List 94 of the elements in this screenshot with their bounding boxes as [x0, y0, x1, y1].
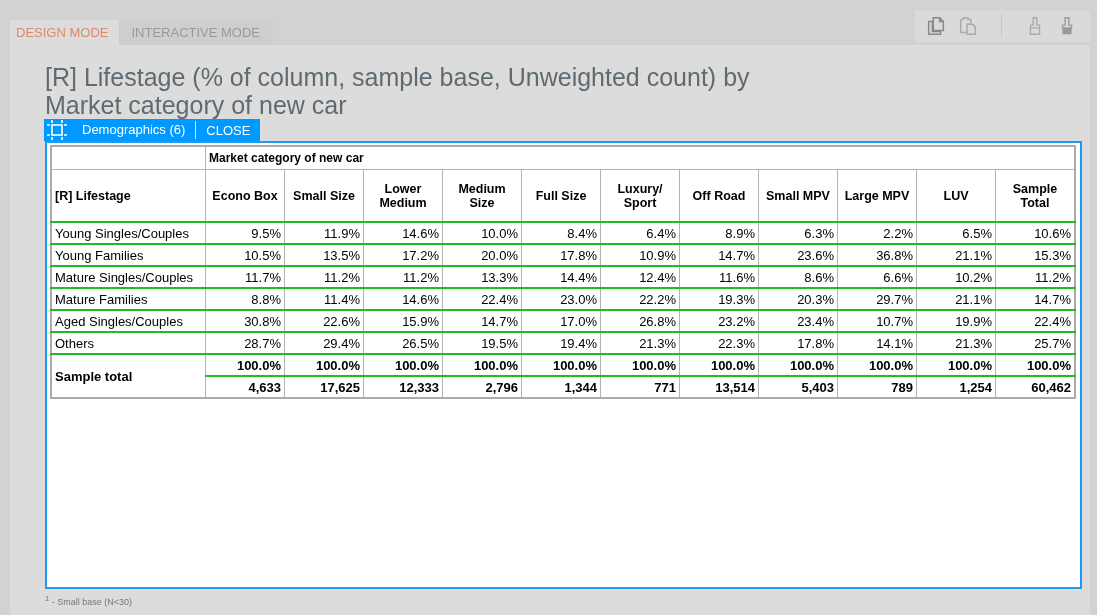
table-cell: 23.6%	[758, 244, 838, 266]
row-label: Young Families	[51, 244, 206, 266]
table-cell: 17.8%	[521, 244, 601, 266]
table-cell: 100.0%	[916, 354, 996, 376]
table-cell: 4,633	[205, 376, 285, 398]
table-cell: 14.6%	[363, 222, 443, 244]
table-cell: 8.6%	[758, 266, 838, 288]
table-cell: 10.7%	[837, 310, 917, 332]
table-cell: 13,514	[679, 376, 759, 398]
table-cell: 29.7%	[837, 288, 917, 310]
table-cell: 26.5%	[363, 332, 443, 354]
table-cell: 8.9%	[679, 222, 759, 244]
row-label: Sample total	[51, 354, 206, 398]
table-cell: 21.1%	[916, 244, 996, 266]
row-label: Young Singles/Couples	[51, 222, 206, 244]
table-cell: 23.2%	[679, 310, 759, 332]
footnote: $^{1}$ - Small base (N<30)	[45, 594, 133, 607]
table-cell: 23.4%	[758, 310, 838, 332]
row-label: Mature Families	[51, 288, 206, 310]
table-cell: 11.7%	[205, 266, 285, 288]
table-cell: 19.4%	[521, 332, 601, 354]
table-cell: 21.3%	[916, 332, 996, 354]
table-cell: 17,625	[284, 376, 364, 398]
table-cell: 11.9%	[284, 222, 364, 244]
table-cell: 6.5%	[916, 222, 996, 244]
table-cell: 36.8%	[837, 244, 917, 266]
table-cell: 22.2%	[600, 288, 680, 310]
table-cell: 789	[837, 376, 917, 398]
table-cell: 17.0%	[521, 310, 601, 332]
table-cell: 19.9%	[916, 310, 996, 332]
group-label: Demographics (6)	[82, 121, 197, 139]
table-cell: 30.8%	[205, 310, 285, 332]
table-cell: 100.0%	[284, 354, 364, 376]
table-cell: 29.4%	[284, 332, 364, 354]
table-cell: 15.9%	[363, 310, 443, 332]
table-cell: 9.5%	[205, 222, 285, 244]
table-cell: 22.4%	[442, 288, 522, 310]
paste-icon[interactable]	[957, 15, 979, 37]
table-cell: 20.0%	[442, 244, 522, 266]
table-cell: 100.0%	[758, 354, 838, 376]
table-cell: 21.1%	[916, 288, 996, 310]
table-cell: 19.3%	[679, 288, 759, 310]
row-label: Mature Singles/Couples	[51, 266, 206, 288]
table-cell: 10.0%	[442, 222, 522, 244]
table-cell: 6.6%	[837, 266, 917, 288]
row-label: Others	[51, 332, 206, 354]
table-cell: 10.5%	[205, 244, 285, 266]
table-cell: 100.0%	[600, 354, 680, 376]
table-cell: 23.0%	[521, 288, 601, 310]
table-cell: 14.4%	[521, 266, 601, 288]
table-cell: 771	[600, 376, 680, 398]
table-cell: 13.5%	[284, 244, 364, 266]
row-label: Aged Singles/Couples	[51, 310, 206, 332]
table-cell: 5,403	[758, 376, 838, 398]
table-cell: 1,344	[521, 376, 601, 398]
table-cell: 14.6%	[363, 288, 443, 310]
table-cell: 19.5%	[442, 332, 522, 354]
table-cell: 10.9%	[600, 244, 680, 266]
table-title: [R] Lifestage (% of column, sample base, Unweighted count) by Market category of new car	[45, 63, 751, 119]
table-cell: 20.3%	[758, 288, 838, 310]
table-cell: 100.0%	[679, 354, 759, 376]
table-cell: 17.8%	[758, 332, 838, 354]
table-cell: 26.8%	[600, 310, 680, 332]
table-cell: 100.0%	[442, 354, 522, 376]
table-cell: 10.2%	[916, 266, 996, 288]
mode-tab[interactable]: DESIGN MODE	[10, 20, 120, 45]
table-cell: 8.4%	[521, 222, 601, 244]
table-cell: 11.2%	[363, 266, 443, 288]
table-cell: 22.3%	[679, 332, 759, 354]
table-cell: 22.6%	[284, 310, 364, 332]
table-cell: 100.0%	[205, 354, 285, 376]
table-cell: 17.2%	[363, 244, 443, 266]
table-cell: 100.0%	[521, 354, 601, 376]
table-cell: 6.3%	[758, 222, 838, 244]
table-cell: 14.1%	[837, 332, 917, 354]
table-cell: 14.7%	[442, 310, 522, 332]
copy-icon[interactable]	[925, 15, 947, 37]
table-cell: 11.4%	[284, 288, 364, 310]
table-cell: 8.8%	[205, 288, 285, 310]
table-cell: 100.0%	[363, 354, 443, 376]
table-cell: 1,254	[916, 376, 996, 398]
table-cell: 28.7%	[205, 332, 285, 354]
table-cell: 21.3%	[600, 332, 680, 354]
table-cell: 13.3%	[442, 266, 522, 288]
close-button[interactable]: CLOSE	[196, 122, 251, 138]
table-cell: 6.4%	[600, 222, 680, 244]
table-cell: 11.2%	[284, 266, 364, 288]
table-cell: 100.0%	[837, 354, 917, 376]
table-cell: 11.6%	[679, 266, 759, 288]
table-cell: 2.2%	[837, 222, 917, 244]
table-cell: 12,333	[363, 376, 443, 398]
table-cell: 2,796	[442, 376, 522, 398]
table-cell: 12.4%	[600, 266, 680, 288]
table-cell: 14.7%	[679, 244, 759, 266]
